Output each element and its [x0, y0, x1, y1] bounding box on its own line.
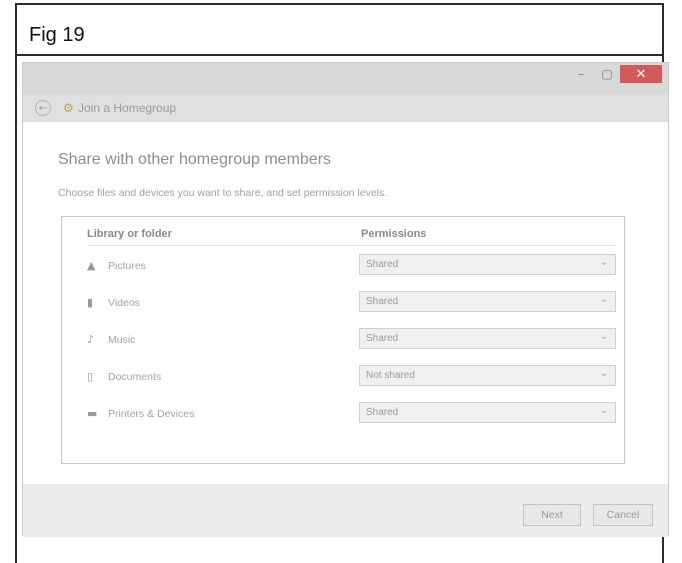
chevron-down-icon: ⌄ — [599, 368, 608, 379]
navigation-bar: ← ⚙ Join a Homegroup — [23, 94, 668, 122]
column-header-library: Library or folder — [87, 228, 172, 240]
homegroup-icon: ⚙ — [63, 101, 74, 115]
chevron-down-icon: ⌄ — [599, 405, 608, 416]
back-arrow-icon[interactable]: ← — [35, 100, 51, 116]
minimize-button[interactable]: – — [568, 65, 594, 83]
column-header-permissions: Permissions — [361, 228, 427, 240]
figure-header: Fig 19 — [17, 5, 662, 56]
cancel-button[interactable]: Cancel — [593, 504, 653, 526]
chevron-down-icon: ⌄ — [599, 257, 608, 268]
permission-value: Shared — [366, 259, 399, 270]
homegroup-window: – ▢ ✕ ← ⚙ Join a Homegroup Share with ot… — [22, 62, 669, 537]
permission-value: Shared — [366, 296, 399, 307]
figure-caption: Fig 19 — [29, 24, 85, 46]
printer-icon: ▬ — [87, 407, 98, 420]
pictures-icon: ▲ — [87, 259, 96, 272]
page-description: Choose files and devices you want to sha… — [58, 187, 388, 199]
chevron-down-icon: ⌄ — [599, 294, 608, 305]
close-button[interactable]: ✕ — [620, 65, 662, 83]
list-item-music: ♪ Music Shared ⌄ — [62, 328, 624, 352]
music-icon: ♪ — [87, 333, 95, 346]
window-controls: – ▢ ✕ — [568, 65, 662, 83]
figure-frame: Fig 19 – ▢ ✕ ← ⚙ Join a Homegroup Share … — [15, 3, 669, 563]
list-item-documents: ▯ Documents Not shared ⌄ — [62, 365, 624, 389]
row-label: Videos — [108, 297, 140, 309]
list-item-pictures: ▲ Pictures Shared ⌄ — [62, 254, 624, 278]
chevron-down-icon: ⌄ — [599, 331, 608, 342]
page-heading: Share with other homegroup members — [58, 151, 332, 168]
permission-dropdown-music[interactable]: Shared ⌄ — [359, 328, 616, 349]
row-label: Music — [108, 334, 136, 346]
row-label: Printers & Devices — [108, 408, 195, 420]
list-item-videos: ▮ Videos Shared ⌄ — [62, 291, 624, 315]
window-title: Join a Homegroup — [78, 101, 177, 115]
permission-dropdown-printers[interactable]: Shared ⌄ — [359, 402, 616, 423]
title-bar[interactable]: – ▢ ✕ — [23, 63, 668, 94]
permission-value: Shared — [366, 333, 399, 344]
videos-icon: ▮ — [87, 296, 94, 309]
list-item-printers: ▬ Printers & Devices Shared ⌄ — [62, 402, 624, 426]
permission-value: Shared — [366, 407, 399, 418]
permission-dropdown-documents[interactable]: Not shared ⌄ — [359, 365, 616, 386]
row-label: Documents — [108, 371, 162, 383]
permission-value: Not shared — [366, 370, 415, 381]
documents-icon: ▯ — [87, 370, 94, 383]
row-label: Pictures — [108, 260, 146, 272]
header-divider — [87, 245, 617, 246]
permission-dropdown-videos[interactable]: Shared ⌄ — [359, 291, 616, 312]
dialog-footer: Next Cancel — [23, 484, 668, 537]
maximize-button[interactable]: ▢ — [594, 65, 620, 83]
content-panel: Share with other homegroup members Choos… — [23, 122, 668, 484]
share-settings-list: Library or folder Permissions ▲ Pictures… — [61, 216, 625, 464]
permission-dropdown-pictures[interactable]: Shared ⌄ — [359, 254, 616, 275]
next-button[interactable]: Next — [523, 504, 581, 526]
